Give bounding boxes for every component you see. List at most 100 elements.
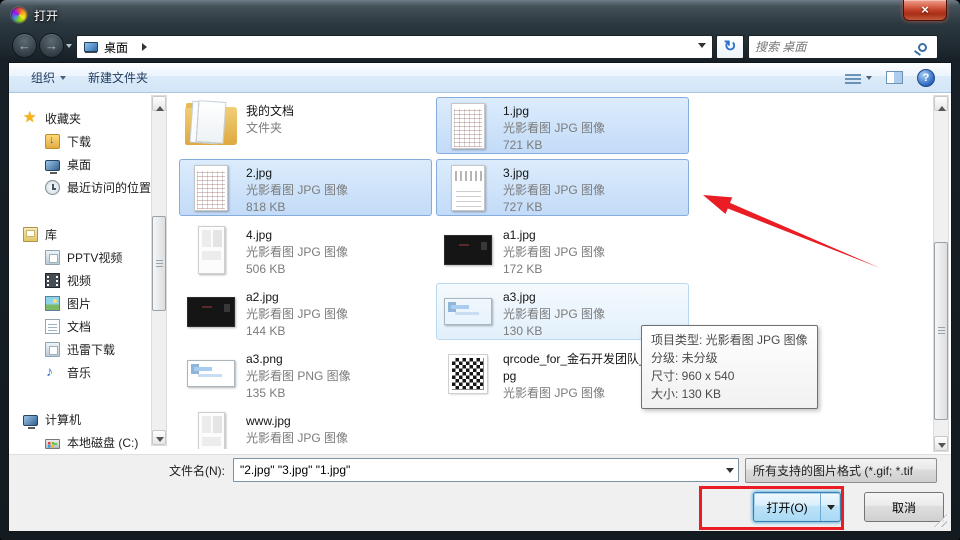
dialog-footer: 文件名(N): 所有支持的图片格式 (*.gif; *.tif 打开(O) 取消	[9, 454, 951, 531]
cols-thumbnail-icon	[451, 165, 485, 211]
search-box[interactable]	[748, 35, 938, 59]
breadcrumb-chevron-icon[interactable]	[142, 43, 151, 51]
file-tile[interactable]: a3.png光影看图 PNG 图像135 KB	[179, 345, 432, 402]
refresh-button[interactable]: ↻	[716, 35, 744, 59]
thumbnail-container	[184, 411, 238, 449]
file-size: 818 KB	[246, 199, 348, 216]
thumbnail-container	[184, 349, 238, 398]
scrollbar-thumb[interactable]	[152, 216, 166, 311]
cancel-button-label: 取消	[892, 499, 916, 516]
file-type: 光影看图 JPG 图像	[246, 430, 348, 447]
sidebar-item-doc[interactable]: 文档	[9, 315, 151, 338]
file-list-scrollbar[interactable]	[933, 95, 949, 452]
file-type: 光影看图 JPG 图像	[503, 244, 605, 261]
forward-button[interactable]: →	[39, 33, 64, 58]
sidebar-group-gap	[9, 199, 151, 223]
downloads-icon	[45, 134, 60, 149]
sidebar-item-pictures[interactable]: 图片	[9, 292, 151, 315]
address-dropdown-icon[interactable]	[698, 43, 706, 52]
lib-icon	[45, 250, 60, 265]
help-button[interactable]: ?	[917, 69, 935, 87]
sidebar-scrollbar[interactable]	[151, 95, 167, 446]
dialog-content-panel: 组织 新建文件夹 ? 收藏夹下载桌面最近访问的位置库PPTV视频视频图片文档迅雷…	[8, 62, 952, 532]
scroll-down-icon[interactable]	[152, 430, 166, 445]
disk-icon	[45, 439, 60, 449]
file-name: 4.jpg	[246, 227, 348, 244]
thumbnail-container	[184, 101, 238, 150]
dark-thumbnail-icon	[444, 235, 492, 265]
sidebar-item-library[interactable]: 库	[9, 223, 151, 246]
organize-button[interactable]: 组织	[31, 69, 66, 86]
file-size: 172 KB	[503, 261, 605, 278]
file-tile[interactable]: 1.jpg光影看图 JPG 图像721 KB	[436, 97, 689, 154]
chevron-down-icon	[866, 76, 872, 83]
sidebar-item-recent[interactable]: 最近访问的位置	[9, 176, 151, 199]
cancel-button[interactable]: 取消	[864, 492, 944, 522]
recent-icon	[45, 180, 60, 195]
file-name: 2.jpg	[246, 165, 348, 182]
back-button[interactable]: ←	[12, 33, 37, 58]
thumbnail-container	[441, 225, 495, 274]
thumbnail-container	[441, 163, 495, 212]
scroll-down-icon[interactable]	[934, 436, 948, 451]
file-tile[interactable]: a1.jpg光影看图 JPG 图像172 KB	[436, 221, 689, 278]
file-tile-info: 4.jpg光影看图 JPG 图像506 KB	[246, 225, 348, 274]
sheet-thumbnail-icon	[194, 165, 228, 211]
app-icon	[11, 7, 27, 23]
breadcrumb[interactable]: 桌面	[104, 39, 128, 56]
search-input[interactable]	[749, 40, 918, 54]
filename-label: 文件名(N):	[133, 462, 225, 479]
file-tile[interactable]: 4.jpg光影看图 JPG 图像506 KB	[179, 221, 432, 278]
new-folder-button[interactable]: 新建文件夹	[88, 69, 148, 86]
new-folder-label: 新建文件夹	[88, 69, 148, 86]
library-icon	[23, 227, 38, 242]
file-tile[interactable]: 3.jpg光影看图 JPG 图像727 KB	[436, 159, 689, 216]
close-button[interactable]: ×	[903, 0, 947, 21]
sidebar-item-computer[interactable]: 计算机	[9, 408, 151, 431]
views-button[interactable]	[845, 72, 872, 84]
recent-pages-dropdown-icon[interactable]	[66, 44, 72, 51]
sidebar-item-lib[interactable]: 迅雷下载	[9, 338, 151, 361]
sidebar-item-lib[interactable]: PPTV视频	[9, 246, 151, 269]
sidebar-item-desktop[interactable]: 桌面	[9, 153, 151, 176]
file-name: 我的文档	[246, 103, 294, 120]
open-button[interactable]: 打开(O)	[753, 492, 841, 522]
scrollbar-thumb[interactable]	[934, 242, 948, 420]
scroll-up-icon[interactable]	[152, 96, 166, 111]
preview-pane-button[interactable]	[886, 71, 903, 84]
chevron-down-icon	[60, 76, 66, 83]
sidebar-item-label: 计算机	[45, 411, 81, 428]
file-name: a3.png	[246, 351, 351, 368]
file-tile[interactable]: a2.jpg光影看图 JPG 图像144 KB	[179, 283, 432, 340]
sidebar-item-disk[interactable]: 本地磁盘 (C:)	[9, 431, 151, 454]
open-dropdown-icon[interactable]	[820, 493, 840, 521]
filename-input[interactable]	[234, 459, 721, 481]
file-tile[interactable]: 我的文档文件夹	[179, 97, 432, 154]
pictures-icon	[45, 296, 60, 311]
command-toolbar: 组织 新建文件夹 ?	[9, 63, 951, 93]
file-type: 光影看图 JPG 图像	[503, 306, 605, 323]
sidebar-item-star[interactable]: 收藏夹	[9, 107, 151, 130]
sidebar-item-label: 音乐	[67, 364, 91, 381]
filename-combobox[interactable]	[233, 458, 739, 482]
lib-icon	[45, 342, 60, 357]
file-tile-info: 1.jpg光影看图 JPG 图像721 KB	[503, 101, 605, 150]
file-name: 3.jpg	[503, 165, 605, 182]
file-tile[interactable]: www.jpg光影看图 JPG 图像	[179, 407, 432, 449]
organize-label: 组织	[31, 69, 55, 86]
tooltip-line: 尺寸: 960 x 540	[651, 367, 808, 385]
filetype-select[interactable]: 所有支持的图片格式 (*.gif; *.tif	[745, 458, 937, 483]
file-type: 光影看图 JPG 图像	[246, 182, 348, 199]
file-info-tooltip: 项目类型: 光影看图 JPG 图像分级: 未分级尺寸: 960 x 540大小:…	[641, 325, 818, 409]
sidebar-item-label: 图片	[67, 295, 91, 312]
filename-dropdown-icon[interactable]	[721, 459, 738, 481]
sidebar-item-film[interactable]: 视频	[9, 269, 151, 292]
sidebar-item-downloads[interactable]: 下载	[9, 130, 151, 153]
scroll-up-icon[interactable]	[934, 96, 948, 111]
file-type: 光影看图 PNG 图像	[246, 368, 351, 385]
thumbnail-container	[184, 163, 238, 212]
sidebar-item-music[interactable]: 音乐	[9, 361, 151, 384]
titlebar[interactable]: 打开 ×	[0, 0, 960, 30]
address-bar[interactable]: 桌面	[76, 35, 713, 59]
file-tile[interactable]: 2.jpg光影看图 JPG 图像818 KB	[179, 159, 432, 216]
